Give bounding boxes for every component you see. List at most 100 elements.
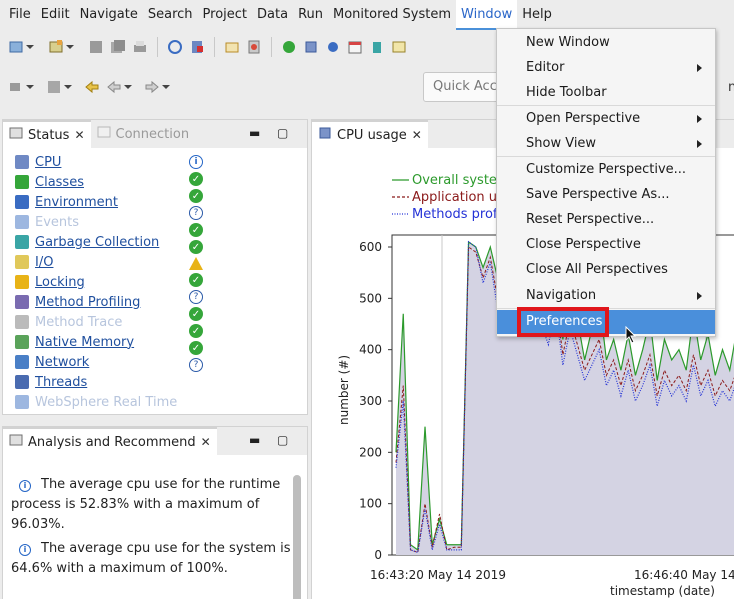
status-item-label: Locking xyxy=(35,274,85,290)
tab-cpu-usage[interactable]: CPU usage ✕ xyxy=(312,120,428,148)
maximize-icon[interactable]: ▢ xyxy=(277,433,288,447)
toolbar-separator xyxy=(157,37,158,57)
menu-window[interactable]: Window xyxy=(456,0,518,30)
analysis-message-text: The average cpu use for the runtime proc… xyxy=(11,477,281,532)
events-icon xyxy=(15,215,29,229)
io-toolbar-icon[interactable] xyxy=(391,39,407,55)
status-item-events[interactable]: Events xyxy=(15,212,205,232)
close-icon[interactable]: ✕ xyxy=(201,435,211,449)
status-item-network[interactable]: Network xyxy=(15,352,205,372)
method-trace-icon xyxy=(15,315,29,329)
status-item-label: Network xyxy=(35,354,90,370)
menu-run[interactable]: Run xyxy=(293,0,328,30)
menu-search[interactable]: Search xyxy=(143,0,198,30)
menu-item-show-view[interactable]: Show View xyxy=(497,132,715,156)
status-item-websphere-real-time[interactable]: WebSphere Real Time xyxy=(15,392,205,412)
analysis-panel-header: Analysis and Recommend ✕ ▬ ▢ xyxy=(3,427,307,455)
check-icon: ✓ xyxy=(189,189,203,203)
menu-divider xyxy=(497,105,715,106)
menu-item-save-perspective-as[interactable]: Save Perspective As... xyxy=(497,183,715,207)
back-arrow-icon[interactable] xyxy=(106,79,132,95)
menu-ediit[interactable]: Ediit xyxy=(36,0,75,30)
toolbar-separator xyxy=(214,37,215,57)
tab-status[interactable]: Status ✕ xyxy=(3,120,91,148)
perspective-icon[interactable] xyxy=(8,79,34,95)
status-item-native-memory[interactable]: Native Memory xyxy=(15,332,205,352)
toolbar-separator xyxy=(271,37,272,57)
status-item-label: Environment xyxy=(35,194,119,210)
menu-file[interactable]: File xyxy=(4,0,36,30)
close-icon[interactable]: ✕ xyxy=(412,128,422,142)
menu-monitored-system[interactable]: Monitored System xyxy=(328,0,456,30)
refresh-icon[interactable] xyxy=(281,39,297,55)
status-item-locking[interactable]: Locking xyxy=(15,272,205,292)
tab-analysis[interactable]: Analysis and Recommend ✕ xyxy=(3,427,217,455)
stop-monitor-icon[interactable] xyxy=(189,39,205,55)
status-item-label: WebSphere Real Time xyxy=(35,394,178,410)
cpu-tab-label: CPU usage xyxy=(337,127,407,143)
status-tab-icon xyxy=(9,126,23,144)
y-tick-label: 0 xyxy=(374,548,382,562)
connection-tab-label: Connection xyxy=(115,126,190,142)
status-item-method-trace[interactable]: Method Trace xyxy=(15,312,205,332)
menu-item-hide-toolbar[interactable]: Hide Toolbar xyxy=(497,81,715,105)
calendar-icon[interactable] xyxy=(347,39,363,55)
circle-icon[interactable] xyxy=(325,39,341,55)
question-icon: ? xyxy=(189,358,203,372)
status-item-label: Method Profiling xyxy=(35,294,141,310)
menu-bar: File Ediit Navigate Search Project Data Run Mon… xyxy=(0,0,734,30)
trash-icon[interactable] xyxy=(369,39,385,55)
report-icon[interactable] xyxy=(246,39,262,55)
save-all-icon[interactable] xyxy=(110,39,126,55)
menu-navigate[interactable]: Navigate xyxy=(75,0,143,30)
save-icon[interactable] xyxy=(88,39,104,55)
check-icon: ✓ xyxy=(189,240,203,254)
x-tick-label: 16:43:20 May 14 2019 xyxy=(370,568,506,582)
menu-item-close-all-perspectives[interactable]: Close All Perspectives xyxy=(497,258,715,282)
close-icon[interactable]: ✕ xyxy=(74,128,84,142)
network-icon xyxy=(15,355,29,369)
y-tick-label: 100 xyxy=(359,497,382,511)
status-item-environment[interactable]: Environment xyxy=(15,192,205,212)
mail-icon[interactable] xyxy=(224,39,240,55)
status-item-label: Events xyxy=(35,214,80,230)
last-edit-icon[interactable] xyxy=(84,79,100,95)
scrollbar[interactable] xyxy=(293,475,301,599)
threads-icon xyxy=(15,375,29,389)
minimize-icon[interactable]: ▬ xyxy=(249,126,260,140)
check-icon: ✓ xyxy=(189,223,203,237)
menu-item-close-perspective[interactable]: Close Perspective xyxy=(497,233,715,257)
x-tick-label: 16:46:40 May 14 xyxy=(634,568,734,582)
tab-connection[interactable]: Connection xyxy=(91,120,196,148)
cpu-toolbar-icon[interactable] xyxy=(303,39,319,55)
status-item-garbage-collection[interactable]: Garbage Collection xyxy=(15,232,205,252)
menu-item-new-window[interactable]: New Window xyxy=(497,31,715,55)
menu-item-navigation[interactable]: Navigation xyxy=(497,284,715,308)
status-item-classes[interactable]: Classes xyxy=(15,172,205,192)
menu-item-reset-perspective[interactable]: Reset Perspective... xyxy=(497,208,715,232)
y-tick-label: 400 xyxy=(359,343,382,357)
menu-item-editor[interactable]: Editor xyxy=(497,56,715,80)
menu-help[interactable]: Help xyxy=(517,0,557,30)
menu-item-customize-perspective[interactable]: Customize Perspective... xyxy=(497,158,715,182)
maximize-icon[interactable]: ▢ xyxy=(277,126,288,140)
x-axis-label: timestamp (date) xyxy=(610,584,715,598)
status-item-threads[interactable]: Threads xyxy=(15,372,205,392)
new-icon[interactable] xyxy=(8,39,34,55)
cpu-tab-icon xyxy=(318,126,332,144)
clock-icon[interactable] xyxy=(167,39,183,55)
annotation-icon[interactable] xyxy=(46,79,72,95)
status-item-i-o[interactable]: I/O xyxy=(15,252,205,272)
status-item-cpu[interactable]: CPU xyxy=(15,152,205,172)
new-project-icon[interactable] xyxy=(48,39,74,55)
forward-arrow-icon[interactable] xyxy=(144,79,170,95)
status-item-label: Garbage Collection xyxy=(35,234,160,250)
check-icon: ✓ xyxy=(189,324,203,338)
minimize-icon[interactable]: ▬ xyxy=(249,433,260,447)
status-item-method-profiling[interactable]: Method Profiling xyxy=(15,292,205,312)
menu-project[interactable]: Project xyxy=(198,0,252,30)
menu-item-open-perspective[interactable]: Open Perspective xyxy=(497,107,715,131)
menu-data[interactable]: Data xyxy=(252,0,293,30)
y-tick-label: 200 xyxy=(359,445,382,459)
print-icon[interactable] xyxy=(132,39,148,55)
